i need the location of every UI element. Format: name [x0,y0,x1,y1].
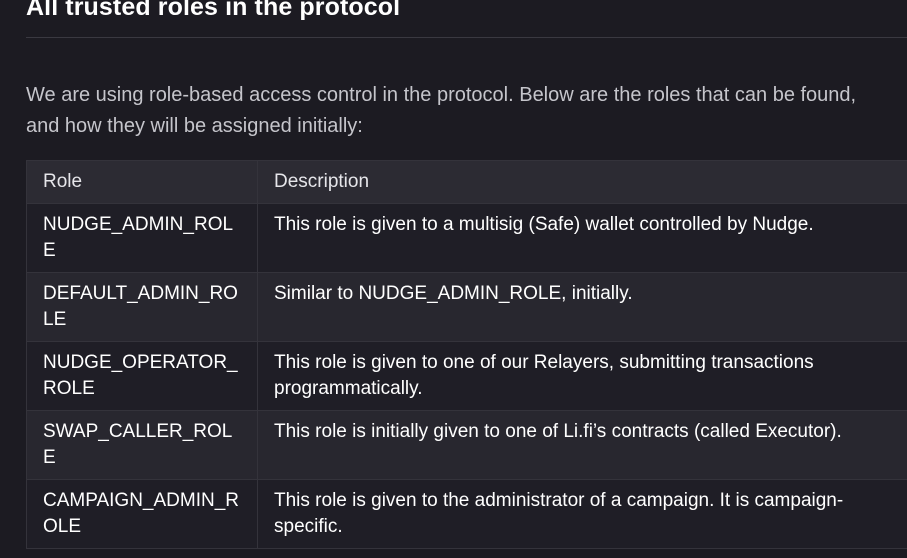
table-row: NUDGE_OPERATOR_ROLE This role is given t… [26,341,907,411]
role-description-cell: Similar to NUDGE_ADMIN_ROLE, initially. [257,272,907,342]
role-description-cell: This role is given to one of our Relayer… [257,341,907,411]
role-column-header: Role [26,160,258,204]
role-name-cell: NUDGE_ADMIN_ROLE [26,203,258,273]
role-description-cell: This role is initially given to one of L… [257,410,907,480]
table-row: CAMPAIGN_ADMIN_ROLE This role is given t… [26,479,907,549]
table-row: NUDGE_ADMIN_ROLE This role is given to a… [26,203,907,273]
table-row: SWAP_CALLER_ROLE This role is initially … [26,410,907,480]
table-header-row: Role Description [26,160,907,204]
description-column-header: Description [257,160,907,204]
section-heading: All trusted roles in the protocol [26,0,401,21]
roles-table: Role Description NUDGE_ADMIN_ROLE This r… [26,160,907,549]
role-description-cell: This role is given to a multisig (Safe) … [257,203,907,273]
role-description-cell: This role is given to the administrator … [257,479,907,549]
intro-paragraph: We are using role-based access control i… [26,84,857,137]
table-row: DEFAULT_ADMIN_ROLE Similar to NUDGE_ADMI… [26,272,907,342]
document-section: All trusted roles in the protocol We are… [26,0,907,549]
table-body: NUDGE_ADMIN_ROLE This role is given to a… [26,203,907,549]
role-name-cell: SWAP_CALLER_ROLE [26,410,258,480]
table-header: Role Description [26,160,907,204]
role-name-cell: DEFAULT_ADMIN_ROLE [26,272,258,342]
heading-divider [26,37,907,38]
role-name-cell: NUDGE_OPERATOR_ROLE [26,341,258,411]
role-name-cell: CAMPAIGN_ADMIN_ROLE [26,479,258,549]
